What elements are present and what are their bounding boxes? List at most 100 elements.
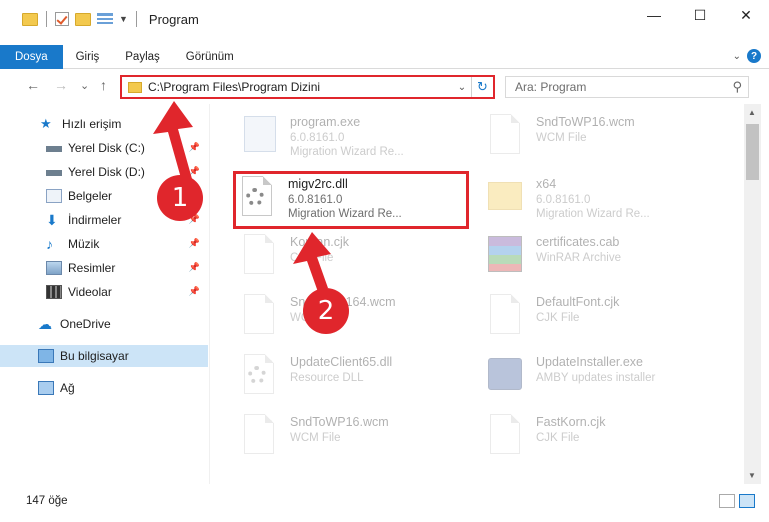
file-name: x64 [536,177,557,191]
up-button[interactable]: ↑ [100,77,107,93]
file-type: AMBY updates installer [536,372,656,384]
amby-icon [484,352,528,398]
star-icon: ★ [40,116,52,131]
pin-icon[interactable]: 📌 [189,142,200,153]
scroll-down-icon[interactable]: ▼ [748,471,756,480]
title-bar: ▼ Program — ☐ ✕ [0,0,769,38]
address-path[interactable]: C:\Program Files\Program Dizini [148,80,453,94]
pin-icon[interactable]: 📌 [189,262,200,273]
file-tile[interactable]: FastKorn.cjk CJK File [484,412,724,468]
file-name: UpdateClient65.dll [290,355,393,369]
pin-icon[interactable]: 📌 [189,286,200,297]
sidebar-item-this-pc[interactable]: Bu bilgisayar [0,345,208,367]
properties-check-icon[interactable] [55,12,69,26]
file-tile[interactable]: program.exe 6.0.8161.0 Migration Wizard Re… [238,112,478,168]
computer-icon [38,349,54,363]
dll-gear-icon [238,352,282,398]
forward-button[interactable]: → [54,77,68,93]
scroll-thumb[interactable] [746,124,759,180]
chevron-down-icon[interactable]: ⌄ [453,82,471,93]
search-placeholder: Ara: Program [515,80,587,94]
recent-locations-button[interactable]: ⌄ [80,79,89,92]
tab-dosya[interactable]: Dosya [0,44,63,69]
file-list: program.exe 6.0.8161.0 Migration Wizard Re… [212,104,742,484]
details-view-button[interactable] [719,494,735,508]
pictures-icon [46,261,62,275]
refresh-button[interactable]: ↻ [471,77,493,97]
file-tile[interactable]: SndToWP16.wcm WCM File [238,412,478,468]
back-button[interactable]: ← [26,77,40,93]
documents-icon [46,189,62,203]
sidebar-item-label: Yerel Disk (C:) [68,141,145,155]
file-tile[interactable]: DefaultFont.cjk CJK File [484,292,724,348]
sidebar-item-onedrive[interactable]: ☁ OneDrive [0,313,208,335]
file-name: Korean.cjk [290,235,350,249]
file-tile[interactable]: Korean.cjk CJK File [238,232,478,288]
sidebar-item-network[interactable]: Ağ [0,377,208,399]
document-icon [484,292,528,338]
search-icon[interactable]: ⚲ [732,79,742,95]
file-type: CJK File [536,432,580,444]
file-name: SndToWP16.wcm [290,415,389,429]
document-icon [484,412,528,458]
file-type: WCM File [536,132,587,144]
help-icon[interactable]: ? [747,49,761,63]
window-title: Program [148,11,199,27]
toolbar-divider [135,11,137,27]
new-folder-icon[interactable] [75,12,91,26]
pin-icon[interactable]: 📌 [189,166,200,177]
status-bar: 147 öğe [0,490,769,512]
file-tile[interactable]: SndToWP164.wcmWCM File [238,292,478,348]
sidebar-item-videos[interactable]: Videolar 📌 [0,281,208,303]
file-tile[interactable]: SndToWP16.wcm WCM File [484,112,724,168]
file-version: 6.0.8161.0 [536,194,591,206]
navigation-pane: ★ Hızlı erişim Yerel Disk (C:) 📌 Yerel D… [0,104,210,484]
tab-gorunum[interactable]: Görünüm [173,45,247,69]
sidebar-item-label: Ağ [60,381,75,395]
sidebar-item-music[interactable]: ♪ Müzik 📌 [0,233,208,255]
properties-icon[interactable] [97,12,113,26]
file-tile[interactable]: UpdateClient65.dll Resource DLL [238,352,478,408]
tab-paylas[interactable]: Paylaş [112,45,173,69]
pin-icon[interactable]: 📌 [189,238,200,249]
step-badge-1: 1 [157,175,203,221]
scroll-up-icon[interactable]: ▲ [748,108,756,117]
cloud-icon: ☁ [38,316,52,332]
document-icon [238,292,282,338]
minimize-button[interactable]: — [631,0,677,30]
document-icon [484,112,528,158]
search-input[interactable]: Ara: Program ⚲ [505,76,749,98]
sidebar-item-quick-access[interactable]: ★ Hızlı erişim [0,113,208,135]
toolbar-divider [46,11,47,27]
file-tile[interactable]: x64 6.0.8161.0 Migration Wizard Re... [484,174,724,230]
network-icon [38,381,54,395]
file-type: CJK File [536,312,580,324]
tiles-view-button[interactable] [739,494,755,508]
close-button[interactable]: ✕ [723,0,769,30]
expand-ribbon-icon[interactable]: ⌄ [733,51,741,62]
exe-icon [238,112,282,158]
tab-giris[interactable]: Giriş [63,45,113,69]
vertical-scrollbar[interactable]: ▲ ▼ [744,104,761,484]
sidebar-item-disk-c[interactable]: Yerel Disk (C:) 📌 [0,137,208,159]
file-name: DefaultFont.cjk [536,295,620,309]
winrar-icon [484,232,528,278]
file-name: SndToWP16.wcm [536,115,635,129]
sidebar-item-label: Belgeler [68,189,113,203]
sidebar-item-label: Müzik [68,237,100,251]
address-bar[interactable]: C:\Program Files\Program Dizini ⌄ ↻ [120,75,495,99]
highlight-box [233,171,469,229]
file-type: WCM File [290,432,341,444]
file-tile[interactable]: UpdateInstaller.exe AMBY updates installe… [484,352,724,408]
maximize-button[interactable]: ☐ [677,0,723,30]
drive-icon [46,141,62,155]
chevron-down-icon[interactable]: ▼ [119,14,128,24]
sidebar-item-label: OneDrive [60,317,111,331]
folder-icon [484,174,528,220]
videos-icon [46,285,62,299]
sidebar-item-pictures[interactable]: Resimler 📌 [0,257,208,279]
folder-icon [128,81,142,93]
file-version: 6.0.8161.0 [290,132,345,144]
file-tile[interactable]: certificates.cab WinRAR Archive [484,232,724,288]
file-name: UpdateInstaller.exe [536,355,644,369]
